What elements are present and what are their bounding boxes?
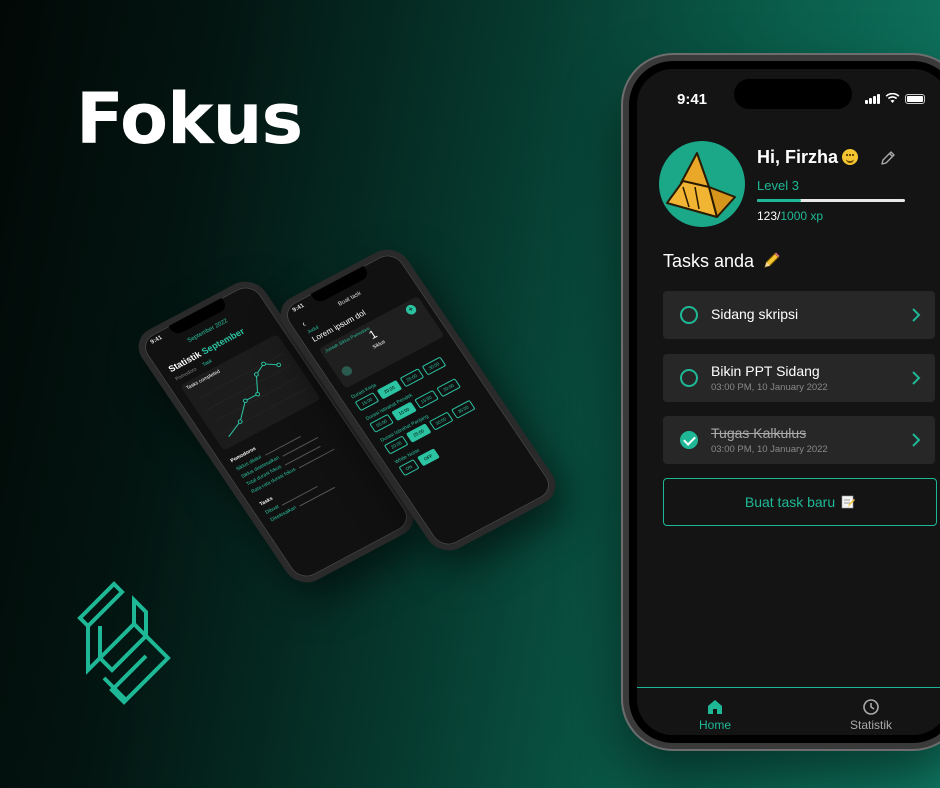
option-pill[interactable]: 30:00 [428,411,454,431]
edit-pencil-icon[interactable] [879,149,897,167]
greeting-text: Hi, Firzha [757,147,839,167]
dynamic-island [734,79,852,109]
status-time: 9:41 [149,335,164,346]
brand-title: Fokus [76,78,303,160]
status-time: 9:41 [677,91,708,108]
task-checkbox-checked[interactable] [680,431,698,449]
status-icons [865,93,925,104]
avatar[interactable] [659,141,745,227]
xp-text: 123/1000 xp [757,209,824,223]
task-checkbox[interactable] [680,306,698,324]
chevron-right-icon[interactable] [911,308,921,322]
task-card[interactable]: Sidang skripsi [663,291,935,339]
chevron-right-icon[interactable] [911,371,921,385]
wifi-icon [885,93,900,103]
status-time: 9:41 [291,303,306,314]
new-task-label: Buat task baru [744,494,836,510]
fokus-logo-icon [77,581,171,705]
option-pill[interactable]: 35:00 [450,399,476,419]
xp-current: 123 [757,209,778,223]
bottom-nav: Home Statistik [637,687,940,735]
chevron-right-icon[interactable] [911,433,921,447]
phone-screen: 9:41 Hi, Firzha Level 3 123/1000 xp Task… [629,61,940,743]
notch [310,265,371,305]
option-pill[interactable]: 25:00 [399,368,425,388]
task-date: 03:00 PM, 10 January 2022 [711,444,828,455]
option-pill[interactable]: 20:00 [436,378,462,398]
home-phone-mockup: 9:41 Hi, Firzha Level 3 123/1000 xp Task… [623,55,940,749]
signal-icon [865,94,880,104]
tasks-header-text: Tasks anda [663,251,755,271]
xp-progress-bar [757,199,905,202]
greeting: Hi, Firzha [757,147,859,168]
nav-statistik[interactable]: Statistik [793,688,940,735]
tasks-header: Tasks anda [663,251,781,272]
option-pill[interactable]: 15:00 [413,389,439,410]
nav-home[interactable]: Home [637,688,793,735]
notch [168,297,229,337]
level-label: Level 3 [757,178,799,193]
xp-progress-fill [757,199,802,202]
task-name: Bikin PPT Sidang [711,363,820,379]
home-icon [708,700,722,714]
task-card[interactable]: Bikin PPT Sidang 03:00 PM, 10 January 20… [663,354,935,402]
nav-statistik-label: Statistik [849,718,892,732]
task-card[interactable]: Tugas Kalkulus 03:00 PM, 10 January 2022 [663,416,935,464]
battery-icon [905,94,925,104]
memo-emoji-icon [841,495,856,509]
samosa-avatar-icon [666,152,736,218]
smiley-emoji-icon [842,149,859,165]
pencil-emoji-icon [764,252,780,268]
task-checkbox[interactable] [680,369,698,387]
option-pill[interactable]: 30:00 [421,356,447,376]
task-date: 03:00 PM, 10 January 2022 [711,382,828,393]
xp-max: 1000 xp [780,209,824,223]
task-name: Tugas Kalkulus [711,425,807,441]
tab-task[interactable]: Task [201,358,213,368]
option-pill[interactable]: 20:00 [376,380,402,400]
new-task-button[interactable]: Buat task baru [663,478,937,526]
task-name: Sidang skripsi [711,306,799,322]
nav-home-label: Home [698,718,731,732]
clock-icon [863,699,879,715]
